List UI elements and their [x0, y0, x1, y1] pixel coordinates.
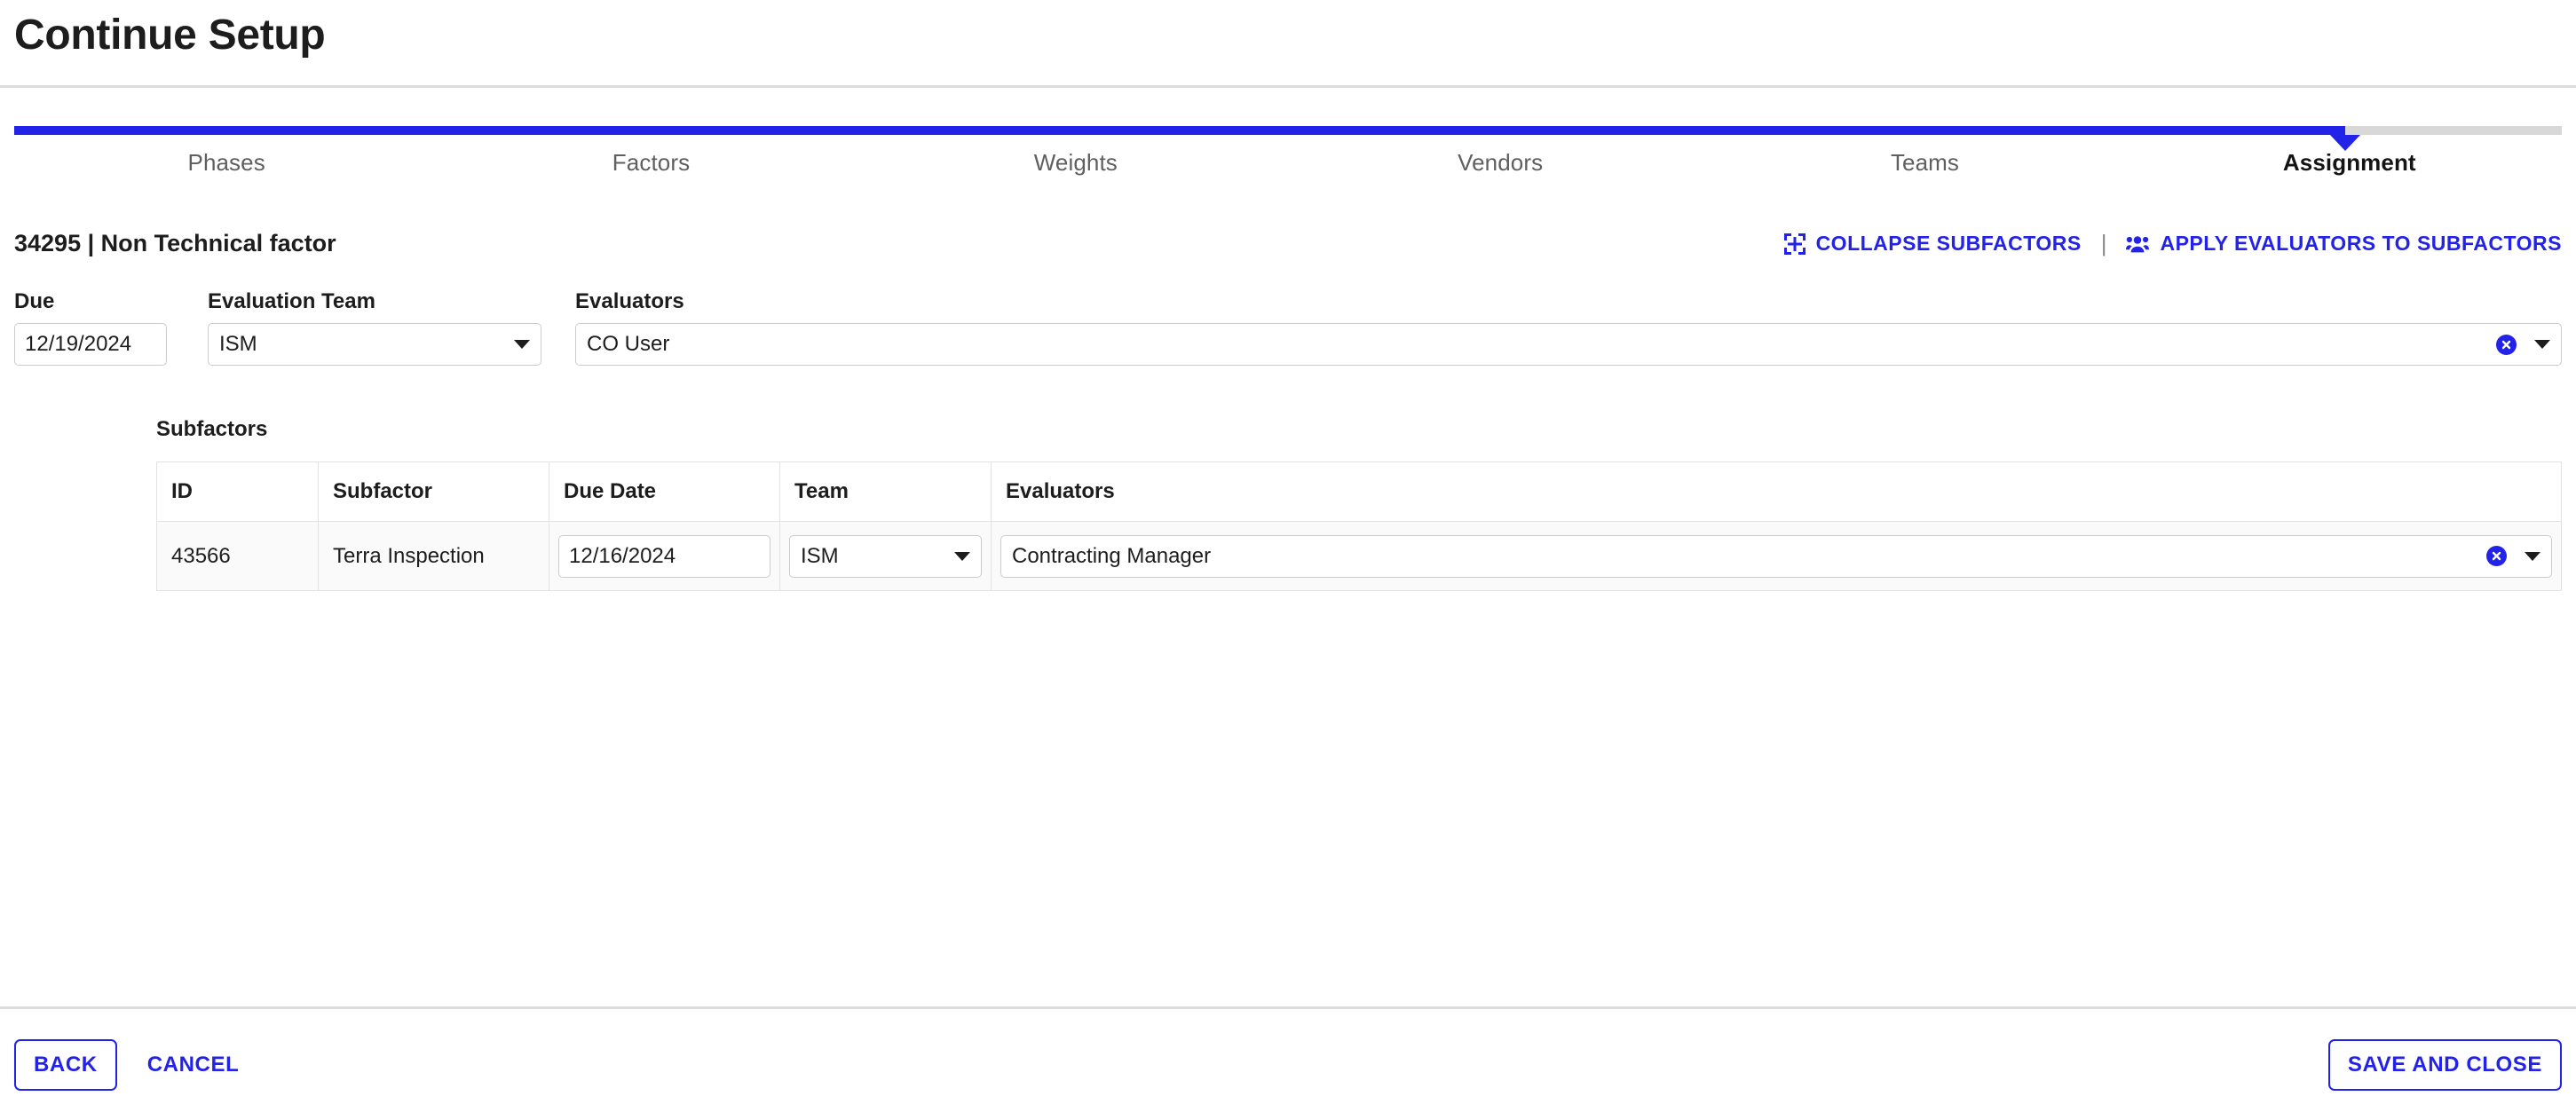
- row-due-date-input[interactable]: [559, 535, 770, 577]
- table-row: 43566 Terra Inspection 12/16/2024 ISM Co…: [156, 521, 2562, 591]
- cell-team: ISM: [779, 521, 992, 591]
- footer-action-bar: BACK CANCEL SAVE AND CLOSE: [0, 1006, 2576, 1120]
- apply-evaluators-label: APPLY EVALUATORS TO SUBFACTORS: [2160, 232, 2562, 255]
- due-field-group: Due: [14, 291, 167, 366]
- factor-form-row: Due 12/19/2024 Evaluation Team ISM Evalu…: [14, 291, 2562, 366]
- subfactors-table: ID Subfactor Due Date Team Evaluators 43…: [156, 461, 2562, 591]
- step-assignment[interactable]: Assignment: [2137, 149, 2562, 177]
- due-date-input-group[interactable]: [14, 323, 167, 366]
- table-header-row: ID Subfactor Due Date Team Evaluators: [156, 461, 2562, 522]
- step-weights[interactable]: Weights: [864, 149, 1288, 177]
- chevron-down-icon[interactable]: [2525, 551, 2540, 561]
- step-phases[interactable]: Phases: [14, 149, 439, 177]
- cell-evaluators: Contracting Manager: [991, 521, 2562, 591]
- column-header-evaluators: Evaluators: [991, 461, 2562, 522]
- factor-header-row: 34295 | Non Technical factor COLLAPSE SU…: [14, 230, 2562, 257]
- apply-evaluators-to-subfactors-button[interactable]: APPLY EVALUATORS TO SUBFACTORS: [2126, 232, 2562, 256]
- row-team-value: ISM: [801, 543, 839, 568]
- row-evaluators-multiselect[interactable]: Contracting Manager: [1000, 534, 2552, 578]
- cancel-button[interactable]: CANCEL: [130, 1041, 257, 1089]
- evaluators-label: Evaluators: [575, 289, 684, 313]
- evaluation-team-label: Evaluation Team: [208, 289, 375, 313]
- step-teams[interactable]: Teams: [1712, 149, 2137, 177]
- row-evaluators-value: Contracting Manager: [1012, 543, 1212, 568]
- row-team-select[interactable]: ISM: [789, 534, 982, 578]
- column-header-id: ID: [156, 461, 319, 522]
- factor-actions: COLLAPSE SUBFACTORS | APPLY EVALUATORS T…: [1783, 230, 2562, 257]
- evaluators-field-group: Evaluators CO User: [575, 291, 2562, 366]
- due-label: Due: [14, 289, 55, 313]
- cell-id: 43566: [156, 521, 319, 591]
- page-header: Continue Setup: [0, 0, 2576, 88]
- header-divider: [0, 85, 2576, 88]
- evaluators-multiselect[interactable]: CO User: [575, 323, 2562, 366]
- column-header-due-date: Due Date: [549, 461, 780, 522]
- step-factors[interactable]: Factors: [439, 149, 863, 177]
- due-date-input[interactable]: [15, 324, 166, 365]
- evaluation-team-select[interactable]: ISM: [208, 323, 541, 366]
- page-title: Continue Setup: [14, 12, 326, 59]
- chevron-down-icon[interactable]: [2534, 340, 2550, 349]
- collapse-icon: [1783, 233, 1806, 255]
- evaluation-team-value: ISM: [219, 332, 257, 356]
- action-separator: |: [2100, 230, 2107, 256]
- save-and-close-button[interactable]: SAVE AND CLOSE: [2327, 1038, 2562, 1091]
- evaluation-team-field-group: Evaluation Team ISM: [208, 291, 541, 366]
- subfactors-title: Subfactors: [156, 417, 268, 441]
- factor-title: 34295 | Non Technical factor: [14, 230, 336, 256]
- collapse-subfactors-label: COLLAPSE SUBFACTORS: [1815, 232, 2082, 255]
- back-button[interactable]: BACK: [14, 1038, 117, 1091]
- collapse-subfactors-button[interactable]: COLLAPSE SUBFACTORS: [1783, 232, 2082, 256]
- cell-subfactor: Terra Inspection: [318, 521, 549, 591]
- setup-progress-stepper: Phases Factors Weights Vendors Teams Ass…: [14, 126, 2562, 186]
- column-header-subfactor: Subfactor: [318, 461, 549, 522]
- subfactors-section: Subfactors ID Subfactor Due Date Team Ev…: [156, 417, 2562, 591]
- column-header-team: Team: [779, 461, 992, 522]
- step-vendors[interactable]: Vendors: [1288, 149, 1712, 177]
- chevron-down-icon: [954, 551, 970, 561]
- stepper-progress-fill: [14, 126, 2346, 135]
- chevron-down-icon: [514, 340, 530, 349]
- cell-due-date: [549, 521, 780, 591]
- row-due-date-input-group[interactable]: [558, 534, 770, 578]
- people-group-icon: [2126, 234, 2150, 254]
- stepper-labels: Phases Factors Weights Vendors Teams Ass…: [14, 149, 2562, 177]
- evaluators-value: CO User: [587, 332, 670, 356]
- clear-circle-icon[interactable]: [2486, 546, 2507, 566]
- clear-circle-icon[interactable]: [2496, 334, 2517, 355]
